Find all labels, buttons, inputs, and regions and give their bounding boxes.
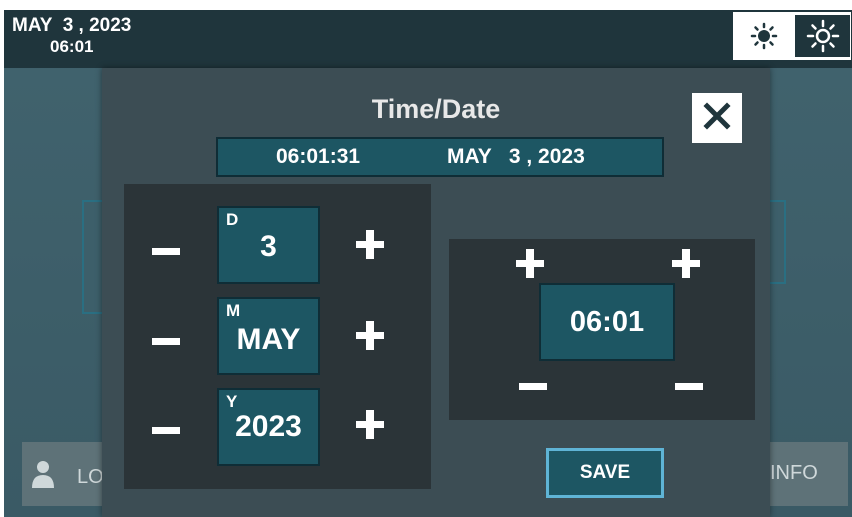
- info-nav-button[interactable]: INFO: [770, 462, 818, 485]
- top-status-bar: MAY 3 , 2023 06:01: [4, 10, 852, 68]
- minus-icon: [519, 383, 547, 390]
- year-field: Y 2023: [217, 388, 320, 466]
- month-tag: M: [226, 301, 241, 320]
- day-decrement-button[interactable]: [144, 229, 188, 273]
- year-increment-button[interactable]: [348, 402, 392, 446]
- current-time: 06:01:31: [276, 145, 361, 168]
- plus-icon-v: [366, 410, 374, 439]
- save-button[interactable]: SAVE: [546, 448, 664, 498]
- dialog-title: Time/Date: [371, 94, 501, 124]
- time-field: 06:01: [539, 283, 675, 361]
- close-button[interactable]: [692, 93, 742, 143]
- header-time: 06:01: [50, 37, 94, 56]
- hour-decrement-button[interactable]: [511, 364, 555, 408]
- date-adjust-panel: D 3 M MAY Y 2023: [124, 184, 431, 489]
- plus-icon-v: [526, 249, 534, 278]
- minute-increment-button[interactable]: [664, 241, 708, 285]
- month-decrement-button[interactable]: [144, 319, 188, 363]
- day-increment-button[interactable]: [348, 222, 392, 266]
- time-date-dialog: Time/Date 06:01:31 MAY 3 , 2023 D 3 M MA…: [102, 68, 770, 517]
- day-value: 3: [260, 230, 277, 263]
- login-nav-button[interactable]: LO: [31, 459, 104, 495]
- plus-icon-v: [366, 321, 374, 350]
- hour-increment-button[interactable]: [508, 241, 552, 285]
- brightness-low-button[interactable]: [736, 15, 791, 57]
- month-increment-button[interactable]: [348, 313, 392, 357]
- login-label: LO: [77, 465, 104, 488]
- device-screen: LO INFO MAY 3 , 2023 06:01 Time/Date 06:…: [4, 10, 852, 517]
- brightness-control: [733, 12, 851, 60]
- minus-icon: [675, 383, 703, 390]
- header-date: MAY 3 , 2023: [12, 15, 132, 36]
- month-field: M MAY: [217, 297, 320, 375]
- day-field: D 3: [217, 206, 320, 284]
- year-decrement-button[interactable]: [144, 408, 188, 452]
- current-date: MAY 3 , 2023: [447, 145, 585, 168]
- year-tag: Y: [226, 392, 238, 411]
- close-icon: [701, 100, 733, 137]
- minute-decrement-button[interactable]: [667, 364, 711, 408]
- day-tag: D: [226, 210, 239, 229]
- year-value: 2023: [235, 410, 302, 443]
- month-value: MAY: [236, 323, 301, 356]
- current-datetime-display: 06:01:31 MAY 3 , 2023: [216, 137, 664, 177]
- brightness-high-button[interactable]: [795, 15, 850, 57]
- sun-small-icon: [749, 21, 779, 51]
- sun-large-icon: [806, 19, 840, 53]
- user-icon: [31, 459, 55, 495]
- minus-icon: [152, 427, 180, 434]
- minus-icon: [152, 338, 180, 345]
- minus-icon: [152, 248, 180, 255]
- plus-icon-v: [366, 230, 374, 259]
- plus-icon-v: [682, 249, 690, 278]
- time-adjust-panel: 06:01: [449, 239, 755, 420]
